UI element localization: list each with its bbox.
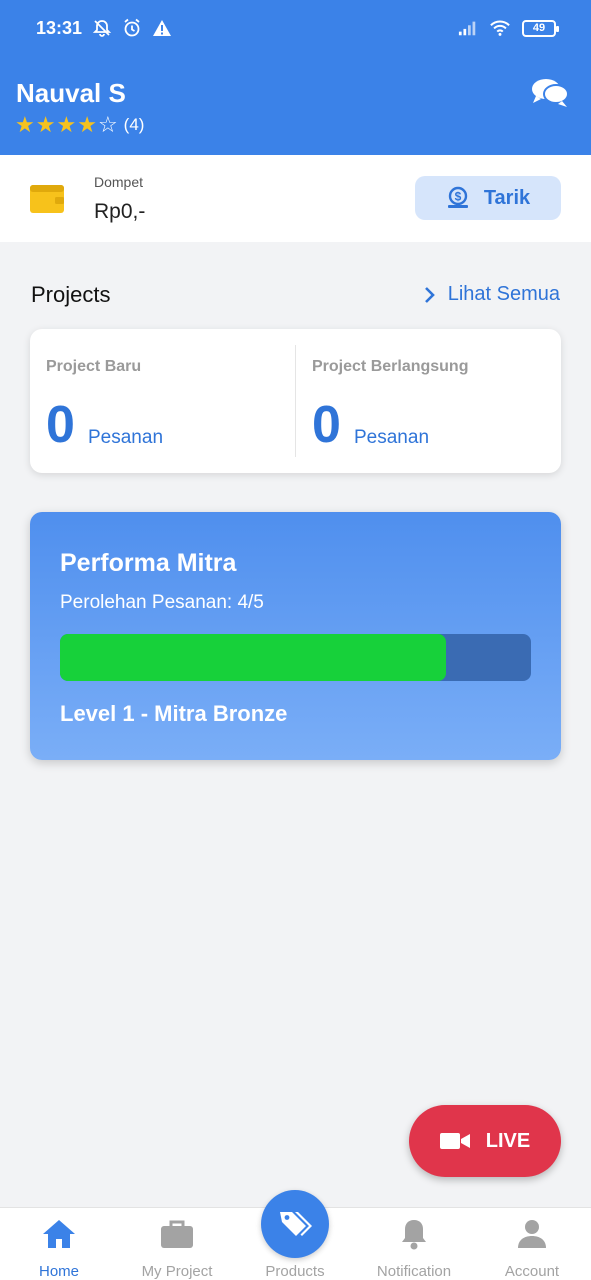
bell-icon xyxy=(402,1220,426,1250)
project-new[interactable]: Project Baru 0 Pesanan xyxy=(30,329,295,473)
star-empty-icon: ☆ xyxy=(97,112,118,137)
alarm-icon xyxy=(122,18,142,38)
wallet-icon xyxy=(30,183,64,213)
status-time: 13:31 xyxy=(36,17,83,38)
live-label: LIVE xyxy=(485,1129,531,1152)
performance-card: Performa Mitra Perolehan Pesanan: 4/5 Le… xyxy=(30,512,561,760)
wallet-section: Dompet Rp0,- $ Tarik xyxy=(0,155,591,242)
star-filled-icon: ★ xyxy=(56,112,77,137)
star-filled-icon: ★ xyxy=(77,112,97,137)
rating: ★ ★ ★ ★ ☆ (4) xyxy=(15,114,144,136)
nav-products-label: Products xyxy=(265,1263,325,1280)
live-button[interactable]: LIVE xyxy=(409,1105,561,1177)
user-icon xyxy=(518,1220,546,1248)
progress-bar xyxy=(60,634,531,681)
projects-card: Project Baru 0 Pesanan Project Berlangsu… xyxy=(30,329,561,473)
chat-button[interactable] xyxy=(531,77,569,109)
project-new-count: 0 xyxy=(46,396,75,454)
briefcase-icon xyxy=(161,1220,193,1248)
performance-title: Performa Mitra xyxy=(60,549,237,577)
project-new-label: Project Baru xyxy=(46,358,142,375)
tags-icon xyxy=(280,1212,312,1236)
app-header: 13:31 49 Nauval S ★ ★ ★ ★ ☆ (4) xyxy=(0,0,591,155)
status-bar: 13:31 49 xyxy=(0,0,591,56)
project-new-unit: Pesanan xyxy=(88,427,164,448)
nav-notification[interactable]: Notification xyxy=(355,1208,473,1280)
performance-level: Level 1 - Mitra Bronze xyxy=(60,701,288,726)
nav-account-label: Account xyxy=(504,1263,560,1280)
see-all-link[interactable]: Lihat Semua xyxy=(424,283,560,306)
rating-count: (4) xyxy=(123,115,145,134)
performance-subtitle: Perolehan Pesanan: 4/5 xyxy=(60,592,264,613)
signal-icon xyxy=(458,18,478,38)
withdraw-button[interactable]: $ Tarik xyxy=(415,176,561,220)
nav-my-project-label: My Project xyxy=(141,1263,213,1280)
projects-title: Projects xyxy=(31,282,111,307)
project-ongoing-count: 0 xyxy=(312,396,341,454)
nav-account[interactable]: Account xyxy=(473,1208,591,1280)
warning-icon xyxy=(152,18,172,38)
nav-my-project[interactable]: My Project xyxy=(118,1208,236,1280)
money-withdraw-icon: $ xyxy=(447,186,468,208)
profile-name: Nauval S xyxy=(16,78,126,108)
video-camera-icon xyxy=(439,1133,470,1149)
withdraw-label: Tarik xyxy=(483,186,531,209)
see-all-label: Lihat Semua xyxy=(447,283,560,305)
wifi-icon xyxy=(490,18,510,38)
chat-icon xyxy=(532,79,569,107)
bell-off-icon xyxy=(92,18,112,38)
progress-fill xyxy=(60,634,447,681)
chevron-right-icon xyxy=(424,286,435,303)
wallet-label: Dompet xyxy=(94,174,144,190)
nav-home-label: Home xyxy=(38,1263,79,1280)
battery-icon: 49 xyxy=(522,19,559,37)
home-icon xyxy=(43,1220,75,1248)
svg-text:$: $ xyxy=(454,190,461,204)
nav-notification-label: Notification xyxy=(376,1263,452,1280)
star-filled-icon: ★ xyxy=(35,112,56,137)
products-fab[interactable] xyxy=(261,1190,329,1258)
nav-home[interactable]: Home xyxy=(0,1208,118,1280)
project-ongoing[interactable]: Project Berlangsung 0 Pesanan xyxy=(296,329,561,473)
wallet-amount: Rp0,- xyxy=(94,200,146,223)
project-ongoing-unit: Pesanan xyxy=(354,427,430,448)
star-filled-icon: ★ xyxy=(15,112,35,137)
project-ongoing-label: Project Berlangsung xyxy=(312,358,469,375)
